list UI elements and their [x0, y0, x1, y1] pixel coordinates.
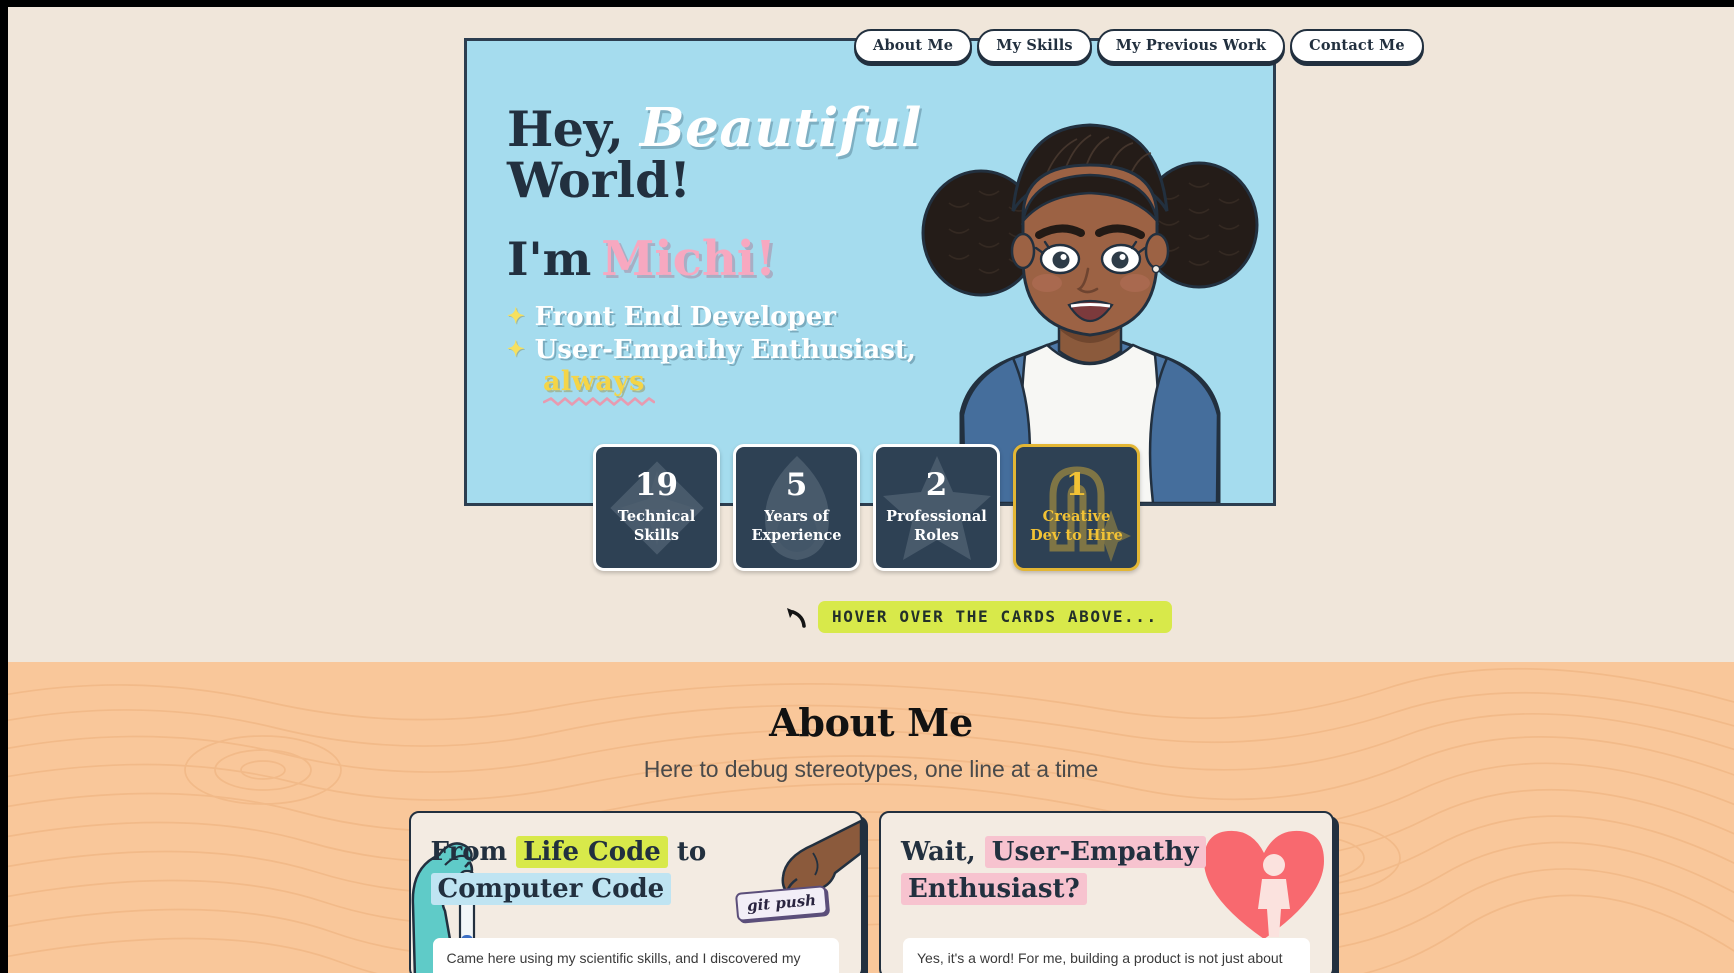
sparkle-icon: ✦: [507, 336, 525, 362]
browser-page: Hey, Beautiful World! I'm Michi! ✦ Front …: [0, 0, 1734, 973]
stat-label-line1: Technical: [617, 507, 696, 525]
hero-section: Hey, Beautiful World! I'm Michi! ✦ Front …: [8, 7, 1734, 662]
about-card-heading: Wait, User-Empathy Enthusiast?: [881, 813, 1332, 907]
nav-item-contact-me[interactable]: Contact Me: [1290, 29, 1424, 64]
stat-card-professional-roles[interactable]: 2 Professional Roles: [873, 444, 1000, 571]
about-subtitle: Here to debug stereotypes, one line at a…: [643, 756, 1099, 782]
stat-label: Professional Roles: [880, 507, 993, 545]
page-title: About Me: [769, 700, 973, 745]
about-card-heading-line2: Enthusiast?: [901, 873, 1312, 906]
stat-value: 19: [634, 466, 679, 503]
stat-card-technical-skills[interactable]: 19 Technical Skills: [593, 444, 720, 571]
hero-name: Michi!: [601, 231, 777, 288]
hero-intro-row: I'm Michi!: [507, 234, 967, 284]
about-card-body: Came here using my scientific skills, an…: [432, 938, 839, 973]
heading-part-highlight-lime: Life Code: [516, 836, 668, 868]
stat-label-line2: Dev to Hire: [1030, 527, 1123, 544]
hover-hint-text: HOVER OVER THE CARDS ABOVE...: [818, 601, 1172, 633]
stat-label-line1: Years of: [764, 507, 829, 525]
about-card-heading-line1: From Life Code to: [431, 836, 842, 869]
stat-value: 5: [785, 466, 808, 503]
about-card-heading-line1: Wait, User-Empathy: [901, 836, 1312, 869]
about-heading-block: About Me Here to debug stereotypes, one …: [8, 662, 1734, 783]
stat-card-creative-dev-to-hire[interactable]: 1 Creative Dev to Hire: [1013, 444, 1140, 571]
heading-part-highlight-blue: Computer Code: [430, 873, 672, 906]
hero-emphasis-word: always: [543, 366, 645, 398]
sparkle-icon: ✦: [507, 302, 525, 328]
stats-card-row: 19 Technical Skills 5 Years of Experienc…: [593, 444, 1140, 571]
hero-bullet-list: ✦ Front End Developer ✦ User-Empathy Ent…: [507, 301, 967, 406]
stat-value: 2: [925, 466, 948, 503]
hero-text-block: Hey, Beautiful World! I'm Michi! ✦ Front …: [507, 97, 967, 406]
stat-label: Years of Experience: [745, 507, 847, 545]
stat-label-line1: Professional: [886, 507, 987, 525]
nav-item-my-skills[interactable]: My Skills: [977, 29, 1092, 64]
hero-panel: Hey, Beautiful World! I'm Michi! ✦ Front …: [464, 38, 1276, 506]
list-item: ✦ User-Empathy Enthusiast,: [507, 334, 967, 368]
hover-hint: HOVER OVER THE CARDS ABOVE...: [783, 601, 1172, 633]
stat-value: 1: [1065, 466, 1088, 503]
stat-label-line2: Roles: [914, 527, 959, 544]
about-card-life-to-computer-code[interactable]: From Life Code to Computer Code git push…: [408, 811, 863, 973]
page-viewport: Hey, Beautiful World! I'm Michi! ✦ Front …: [8, 7, 1734, 973]
hero-bullet-text: User-Empathy Enthusiast,: [534, 335, 916, 366]
heading-part-plain: From: [430, 837, 517, 867]
stat-label: Creative Dev to Hire: [1024, 507, 1129, 545]
stat-label-line2: Skills: [633, 527, 680, 544]
hero-greeting-plain: Hey,: [507, 100, 624, 158]
curved-up-arrow-icon: [787, 608, 806, 628]
about-card-row: From Life Code to Computer Code git push…: [408, 811, 1334, 973]
hero-bullet-text: Front End Developer: [534, 301, 836, 332]
nav-item-previous-work[interactable]: My Previous Work: [1096, 29, 1286, 64]
list-item: ✦ Front End Developer: [507, 301, 967, 335]
heading-part-highlight-pink: Enthusiast?: [901, 873, 1087, 906]
stat-label-line1: Creative: [1042, 507, 1111, 525]
heading-part-plain: Wait,: [901, 837, 985, 867]
nav-item-about-me[interactable]: About Me: [854, 29, 973, 64]
heading-part-plain: to: [667, 837, 707, 867]
about-card-body: Yes, it's a word! For me, building a pro…: [903, 938, 1310, 973]
main-navigation: About Me My Skills My Previous Work Cont…: [854, 29, 1424, 64]
heading-part-highlight-pink: User-Empathy: [984, 836, 1206, 868]
stat-label: Technical Skills: [612, 507, 702, 545]
hero-greeting-line1: Hey, Beautiful: [507, 97, 967, 159]
hero-greeting-line2: World!: [507, 151, 691, 210]
hero-intro-prefix: I'm: [507, 232, 592, 287]
stat-label-line2: Experience: [751, 527, 842, 544]
hero-greeting-script: Beautiful: [639, 97, 922, 159]
squiggly-underline-icon: [543, 397, 655, 406]
stat-card-years-of-experience[interactable]: 5 Years of Experience: [733, 444, 860, 571]
about-section: About Me Here to debug stereotypes, one …: [8, 662, 1734, 973]
about-card-user-empathy[interactable]: Wait, User-Empathy Enthusiast? Yes, it's…: [879, 811, 1334, 973]
hero-emphasis-wrap: always: [543, 366, 655, 406]
